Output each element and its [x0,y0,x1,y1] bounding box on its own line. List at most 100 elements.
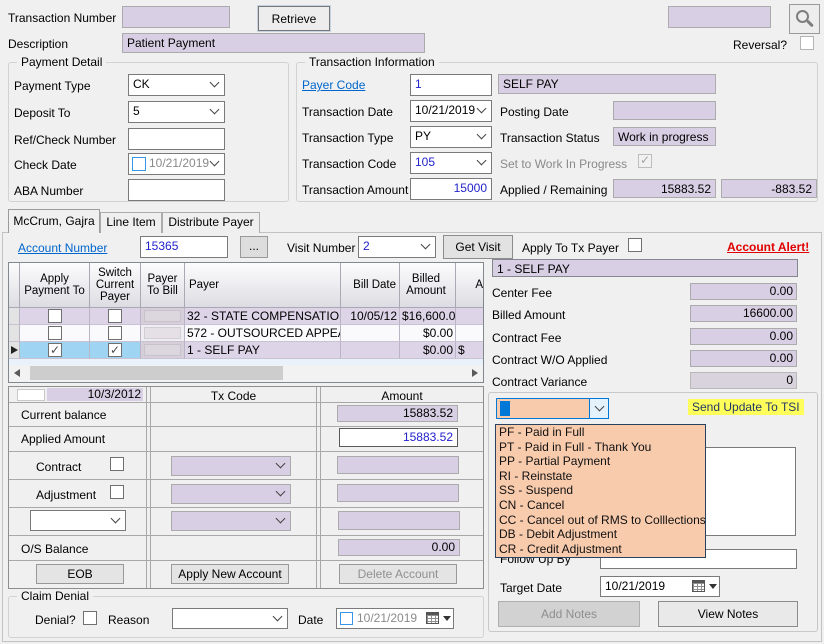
account-number-link[interactable]: Account Number [18,241,107,255]
tsi-status-select[interactable] [496,398,609,419]
visit-number-select[interactable]: 2 [358,236,436,258]
visit-number-label: Visit Number [287,241,355,255]
apply-to-tx-payer-checkbox[interactable] [628,238,642,252]
payer-name-field: SELF PAY [498,74,716,94]
applied-amount-label: Applied Amount [21,432,105,446]
dropdown-option[interactable]: SS - Suspend [496,483,705,498]
set-wip-label: Set to Work In Progress [500,157,627,171]
transaction-type-label: Transaction Type [302,131,393,145]
denial-reason-select[interactable] [172,608,288,629]
billed-amount-label: Billed Amount [492,308,565,322]
chevron-down-icon [595,401,605,411]
table-corner-header [9,263,20,308]
apply-checkbox[interactable] [48,343,62,357]
contract-fee-field: 0.00 [690,328,797,345]
dropdown-option[interactable]: CN - Cancel [496,498,705,513]
adjustment-txcode-select[interactable] [171,484,291,504]
calendar-icon [426,612,439,624]
add-notes-button[interactable]: Add Notes [498,601,640,627]
send-update-tsi-label: Send Update To TSI [688,399,804,415]
payer-code-input[interactable]: 1 [410,74,492,96]
col-billed-amount[interactable]: Billed Amount [400,263,456,308]
dropdown-option[interactable]: PP - Partial Payment [496,454,705,469]
contract-amount-field[interactable] [337,456,459,474]
tab-distribute-payer[interactable]: Distribute Payer [162,212,260,233]
col-payer[interactable]: Payer [185,263,341,308]
transaction-type-select[interactable]: PY [410,126,492,148]
account-number-input[interactable]: 15365 [140,236,228,258]
tab-patient[interactable]: McCrum, Gajra [8,209,100,233]
dropdown-option[interactable]: DB - Debit Adjustment [496,527,705,542]
grid-date-header: 10/3/2012 [47,388,143,401]
apply-checkbox[interactable] [48,326,62,340]
scroll-left-icon[interactable] [14,369,20,377]
adjustment-checkbox[interactable] [110,485,124,499]
search-button[interactable] [789,4,820,34]
payer-to-bill-cell[interactable] [144,344,181,356]
apply-checkbox[interactable] [48,309,62,323]
transaction-amount-input[interactable]: 15000 [410,178,492,200]
switch-checkbox[interactable] [108,309,122,323]
contract-checkbox[interactable] [110,457,124,471]
switch-checkbox[interactable] [108,326,122,340]
col-overflow[interactable]: A [456,263,483,308]
col-switch-current-payer[interactable]: Switch Current Payer [90,263,141,308]
switch-checkbox[interactable] [108,343,122,357]
payer-to-bill-cell[interactable] [144,327,181,339]
top-search-field[interactable] [668,6,771,28]
billed-amount-field: 16600.00 [690,305,797,322]
account-browse-button[interactable]: ... [240,236,268,258]
dropdown-button[interactable] [589,399,608,418]
extra-type-select[interactable] [30,510,126,531]
dropdown-option[interactable]: PT - Paid in Full - Thank You [496,440,705,455]
tab-line-item[interactable]: Line Item [100,212,162,233]
dropdown-option[interactable]: RI - Reinstate [496,469,705,484]
scroll-right-icon[interactable] [472,369,478,377]
chevron-down-icon [210,78,220,88]
chevron-down-icon[interactable] [443,616,451,621]
contract-label: Contract [36,460,81,474]
col-payer-to-bill[interactable]: Payer To Bill [141,263,185,308]
check-date-picker[interactable]: 10/21/2019 [128,153,225,175]
ref-check-number-input[interactable] [128,128,225,150]
chevron-down-icon [210,157,220,167]
adjustment-amount-field[interactable] [337,484,459,502]
denial-checkbox[interactable] [83,611,97,625]
apply-new-account-button[interactable]: Apply New Account [171,564,289,584]
extra-amount-field[interactable] [338,511,460,530]
transaction-date-select[interactable]: 10/21/2019 [410,100,492,122]
delete-account-button[interactable]: Delete Account [339,564,457,584]
dropdown-option[interactable]: CR - Credit Adjustment [496,542,705,557]
chevron-down-icon[interactable] [709,584,717,589]
chevron-down-icon [273,611,283,621]
transaction-status-label: Transaction Status [500,131,600,145]
check-date-label: Check Date [14,158,77,172]
extra-txcode-select[interactable] [171,511,291,531]
check-date-checkbox[interactable] [132,157,146,171]
payer-code-link[interactable]: Payer Code [302,78,365,92]
reversal-checkbox[interactable] [800,36,814,50]
table-h-scrollbar[interactable] [9,365,483,382]
dropdown-option[interactable]: PF - Paid in Full [496,425,705,440]
retrieve-button[interactable]: Retrieve [258,6,330,31]
contract-wo-applied-label: Contract W/O Applied [492,353,607,367]
get-visit-button[interactable]: Get Visit [443,235,513,259]
payer-to-bill-cell[interactable] [144,310,181,322]
payment-type-select[interactable]: CK [128,74,225,96]
dropdown-option[interactable]: CC - Cancel out of RMS to Colllections [496,513,705,528]
scrollbar-thumb[interactable] [30,366,283,380]
view-notes-button[interactable]: View Notes [658,601,798,627]
transaction-code-select[interactable]: 105 [410,152,492,174]
remaining-field: -883.52 [721,179,817,198]
eob-button[interactable]: EOB [36,564,124,584]
transaction-number-field[interactable] [122,6,230,28]
col-bill-date[interactable]: Bill Date [341,263,400,308]
account-alert-link[interactable]: Account Alert! [727,240,809,254]
applied-amount-input[interactable]: 15883.52 [339,428,458,447]
aba-number-input[interactable] [128,179,225,201]
denial-date-checkbox[interactable] [340,612,353,625]
deposit-to-select[interactable]: 5 [128,101,225,123]
contract-txcode-select[interactable] [171,456,291,476]
col-apply-payment-to[interactable]: Apply Payment To [20,263,90,308]
current-balance-field: 15883.52 [337,405,458,422]
